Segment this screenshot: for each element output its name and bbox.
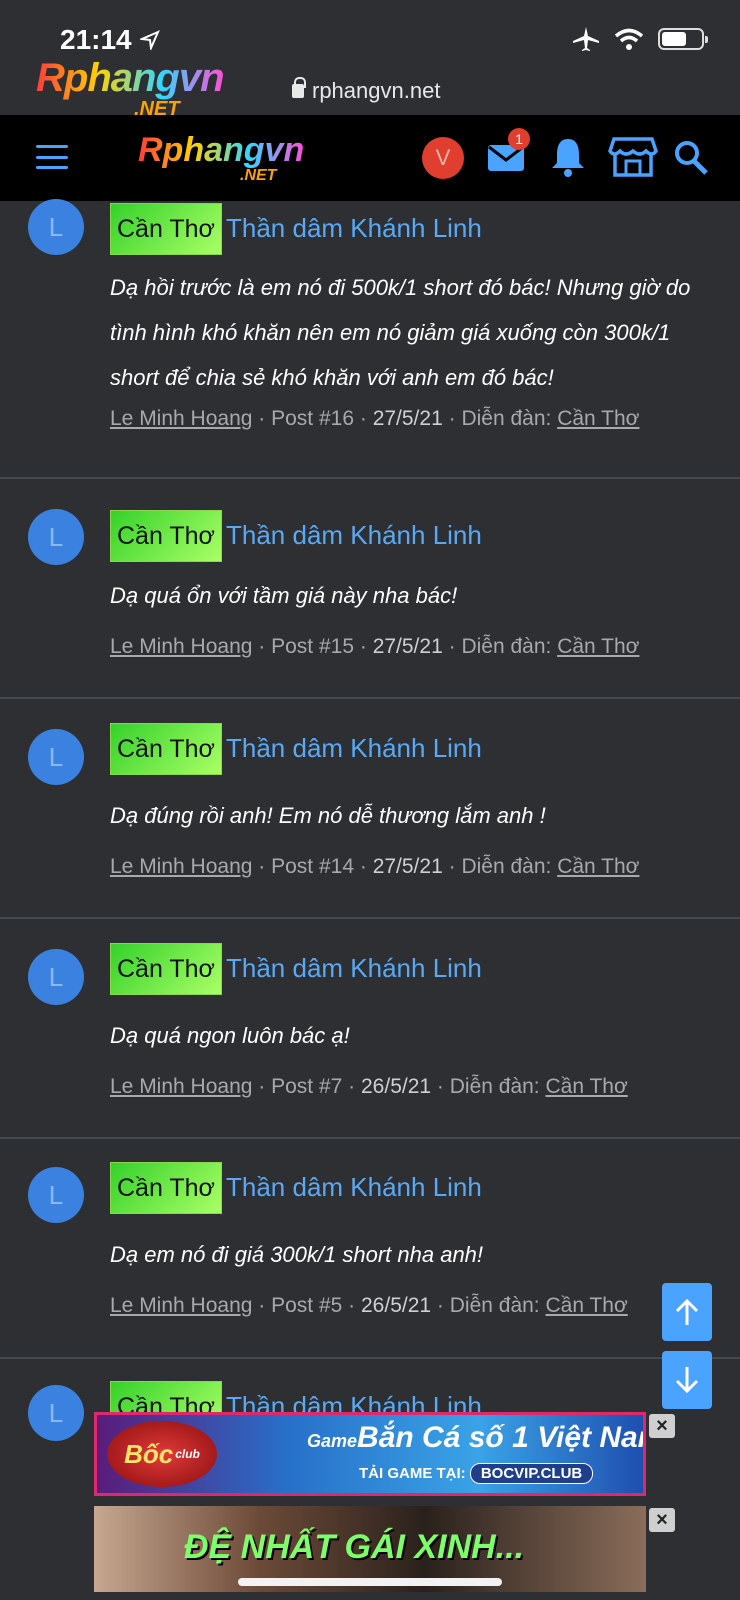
site-logo-top: Rphangvn (36, 56, 225, 100)
scroll-to-top-button[interactable] (662, 1283, 712, 1341)
forum-label: Diễn đàn: (461, 635, 552, 658)
search-icon[interactable] (672, 135, 710, 179)
search-result-post[interactable]: L Cần Thơ Thần dâm Khánh Linh Dạ quá ngo… (0, 919, 740, 1139)
scroll-to-bottom-button[interactable] (662, 1351, 712, 1409)
menu-icon[interactable] (36, 145, 68, 169)
forum-label: Diễn đàn: (449, 1294, 540, 1317)
bell-icon[interactable] (546, 135, 590, 179)
post-prefix-tag[interactable]: Cần Thơ (110, 943, 222, 995)
site-logo-suffix: .NET (240, 167, 277, 184)
post-avatar[interactable]: L (28, 729, 84, 785)
forum-label: Diễn đàn: (449, 1075, 540, 1098)
arrow-down-icon (675, 1367, 699, 1394)
ad-headline-text: Bắn Cá số 1 Việt Nam (357, 1421, 646, 1454)
site-logo[interactable]: Rphangvn (138, 131, 304, 170)
forum-link[interactable]: Cần Thơ (557, 407, 639, 430)
search-result-post[interactable]: L Cần Thơ Thần dâm Khánh Linh Dạ quá ổn … (0, 479, 740, 699)
airplane-icon (573, 27, 599, 51)
ad2-headline: ĐỆ NHẤT GÁI XINH... (184, 1528, 525, 1566)
post-author-link[interactable]: Le Minh Hoang (110, 407, 252, 430)
post-prefix-tag[interactable]: Cần Thơ (110, 203, 222, 255)
post-author-link[interactable]: Le Minh Hoang (110, 1075, 252, 1098)
wifi-icon (614, 28, 644, 50)
status-bar: 21:14 Rphangvn .NET rphangvn.net (0, 0, 740, 120)
post-number: Post #5 (271, 1294, 343, 1317)
post-number: Post #15 (271, 635, 355, 658)
post-avatar[interactable]: L (28, 1167, 84, 1223)
ad-close-icon[interactable]: × (649, 1414, 675, 1438)
post-meta: Le Minh Hoang · Post #15 · 27/5/21 · Diễ… (110, 635, 640, 658)
post-snippet: Dạ quá ổn với tầm giá này nha bác! (110, 583, 458, 608)
post-number: Post #14 (271, 855, 355, 878)
post-number: Post #16 (271, 407, 355, 430)
post-prefix-tag[interactable]: Cần Thơ (110, 723, 222, 775)
post-snippet: Dạ em nó đi giá 300k/1 short nha anh! (110, 1242, 484, 1267)
search-result-post[interactable]: L Cần Thơ Thần dâm Khánh Linh Dạ hồi trư… (0, 199, 740, 479)
banner-ad-game[interactable]: Bốc club GameBắn Cá số 1 Việt Nam TẢI GA… (94, 1412, 646, 1496)
post-meta: Le Minh Hoang · Post #16 · 27/5/21 · Diễ… (110, 407, 640, 430)
post-date: 27/5/21 (372, 635, 443, 658)
lock-icon (292, 77, 306, 98)
arrow-up-icon (675, 1298, 699, 1325)
store-icon[interactable] (608, 135, 658, 179)
ad-brand-text: Bốc (124, 1438, 174, 1469)
post-avatar[interactable]: L (28, 949, 84, 1005)
forum-link[interactable]: Cần Thơ (557, 635, 639, 658)
post-number: Post #7 (271, 1075, 343, 1098)
user-avatar[interactable]: V (422, 137, 464, 179)
url-text: rphangvn.net (312, 78, 441, 103)
post-thread-title[interactable]: Thần dâm Khánh Linh (226, 213, 482, 244)
post-date: 26/5/21 (361, 1294, 432, 1317)
search-result-post[interactable]: L Cần Thơ Thần dâm Khánh Linh Dạ em nó đ… (0, 1139, 740, 1359)
ad-sub-label: TẢI GAME TẠI: (359, 1465, 466, 1482)
battery-icon (658, 28, 708, 50)
page: 21:14 Rphangvn .NET rphangvn.net Rphangv… (0, 0, 740, 1600)
post-meta: Le Minh Hoang · Post #5 · 26/5/21 · Diễn… (110, 1294, 628, 1317)
forum-link[interactable]: Cần Thơ (557, 855, 639, 878)
post-snippet: Dạ hồi trước là em nó đi 500k/1 short đó… (110, 275, 691, 390)
ad-sub-link: BOCVIP.CLUB (469, 1463, 594, 1484)
inbox-badge: 1 (508, 128, 530, 150)
post-thread-title[interactable]: Thần dâm Khánh Linh (226, 1172, 482, 1203)
ad-headline: GameBắn Cá số 1 Việt Nam (307, 1421, 646, 1455)
post-thread-title[interactable]: Thần dâm Khánh Linh (226, 953, 482, 984)
post-thread-title[interactable]: Thần dâm Khánh Linh (226, 733, 482, 764)
ad-subline: TẢI GAME TẠI: BOCVIP.CLUB (359, 1463, 594, 1484)
home-indicator[interactable] (238, 1578, 502, 1586)
ad-headline-prefix: Game (307, 1431, 358, 1451)
status-time: 21:14 (60, 24, 132, 55)
post-date: 26/5/21 (361, 1075, 432, 1098)
forum-label: Diễn đàn: (461, 407, 552, 430)
forum-label: Diễn đàn: (461, 855, 552, 878)
ad-brand-sub: club (175, 1447, 200, 1461)
top-nav: Rphangvn .NET V 1 (0, 115, 740, 201)
post-author-link[interactable]: Le Minh Hoang (110, 635, 252, 658)
post-author-link[interactable]: Le Minh Hoang (110, 855, 252, 878)
post-author-link[interactable]: Le Minh Hoang (110, 1294, 252, 1317)
post-date: 27/5/21 (372, 855, 443, 878)
post-avatar[interactable]: L (28, 509, 84, 565)
post-snippet: Dạ đúng rồi anh! Em nó dễ thương lắm anh… (110, 803, 546, 828)
post-prefix-tag[interactable]: Cần Thơ (110, 1162, 222, 1214)
post-thread-title[interactable]: Thần dâm Khánh Linh (226, 520, 482, 551)
search-result-post[interactable]: L Cần Thơ Thần dâm Khánh Linh Dạ đúng rồ… (0, 699, 740, 919)
post-avatar[interactable]: L (28, 199, 84, 255)
post-date: 27/5/21 (372, 407, 443, 430)
post-prefix-tag[interactable]: Cần Thơ (110, 510, 222, 562)
forum-link[interactable]: Cần Thơ (546, 1075, 628, 1098)
post-avatar[interactable]: L (28, 1385, 84, 1441)
post-meta: Le Minh Hoang · Post #14 · 27/5/21 · Diễ… (110, 855, 640, 878)
location-arrow-icon (140, 30, 160, 50)
address-bar[interactable]: rphangvn.net (292, 77, 441, 104)
ad-close-icon[interactable]: × (649, 1508, 675, 1532)
ad-brand-logo: Bốc club (107, 1421, 217, 1487)
forum-link[interactable]: Cần Thơ (546, 1294, 628, 1317)
status-icons (572, 26, 708, 52)
post-meta: Le Minh Hoang · Post #7 · 26/5/21 · Diễn… (110, 1075, 628, 1098)
post-snippet: Dạ quá ngon luôn bác ạ! (110, 1023, 350, 1048)
